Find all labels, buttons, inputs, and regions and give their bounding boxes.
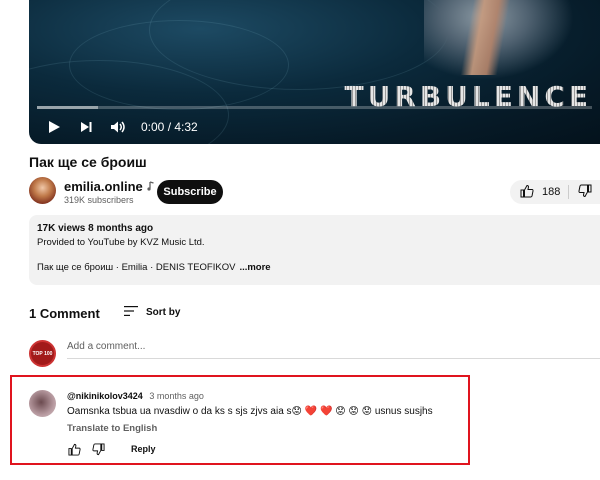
comment-author[interactable]: @nikinikolov3424 [67,391,143,401]
description-box[interactable]: 17K views 8 months ago Provided to YouTu… [29,215,600,285]
video-thumbnail-legs [459,0,519,75]
thumbs-down-icon[interactable] [91,442,105,456]
description-tags-row: Пак ще се броиш · Emilia · DENIS TEOFIKO… [37,262,592,273]
thumbs-down-icon [577,184,592,201]
music-note-icon [147,179,155,194]
progress-buffer [37,106,99,109]
my-avatar: TOP 100 [29,340,56,367]
volume-icon[interactable] [103,114,133,140]
progress-bar[interactable] [37,106,592,109]
view-date-meta: 17K views 8 months ago [37,223,154,234]
channel-name-text: emilia.online [64,179,143,194]
sort-by-button[interactable]: Sort by [124,305,180,320]
like-count: 188 [542,186,561,198]
player-controls: 0:00 / 4:32 [29,114,600,140]
comment-text: Oamsnka tsbua ua nvasdiw o da ks s sjs z… [67,406,433,417]
more-link[interactable]: ...more [239,262,270,273]
video-player[interactable]: TURBULENCE 0:00 / 4:32 [29,0,600,144]
reply-button[interactable]: Reply [131,444,156,454]
dislike-button[interactable] [569,180,600,204]
channel-avatar[interactable] [29,177,56,204]
next-icon[interactable] [71,114,101,140]
thumbs-up-icon[interactable] [67,442,81,456]
translate-link[interactable]: Translate to English [67,423,157,434]
add-comment-input[interactable]: Add a comment... [67,341,145,352]
add-comment-underline [67,358,600,359]
sort-label: Sort by [146,307,181,318]
like-dislike-bar: 188 [510,180,600,204]
like-button[interactable]: 188 [510,180,568,204]
subscriber-count: 319K subscribers [64,195,134,205]
subscribe-button[interactable]: Subscribe [157,180,223,204]
comments-count: 1 Comment [29,306,100,321]
sort-icon [124,305,138,320]
channel-name[interactable]: emilia.online [64,179,155,194]
video-title: Пак ще се броиш [29,154,147,170]
comment-author-avatar[interactable] [29,390,56,417]
thumbs-up-icon [520,184,534,201]
comment-header: @nikinikolov3424 3 months ago [67,391,204,401]
time-display: 0:00 / 4:32 [141,120,198,134]
provided-by-line: Provided to YouTube by KVZ Music Ltd. [37,237,205,248]
my-avatar-text: TOP 100 [32,350,53,357]
description-tags: Пак ще се броиш · Emilia · DENIS TEOFIKO… [37,262,236,273]
comment-actions: Reply [67,442,156,456]
play-icon[interactable] [39,114,69,140]
comment-timestamp[interactable]: 3 months ago [149,391,204,401]
